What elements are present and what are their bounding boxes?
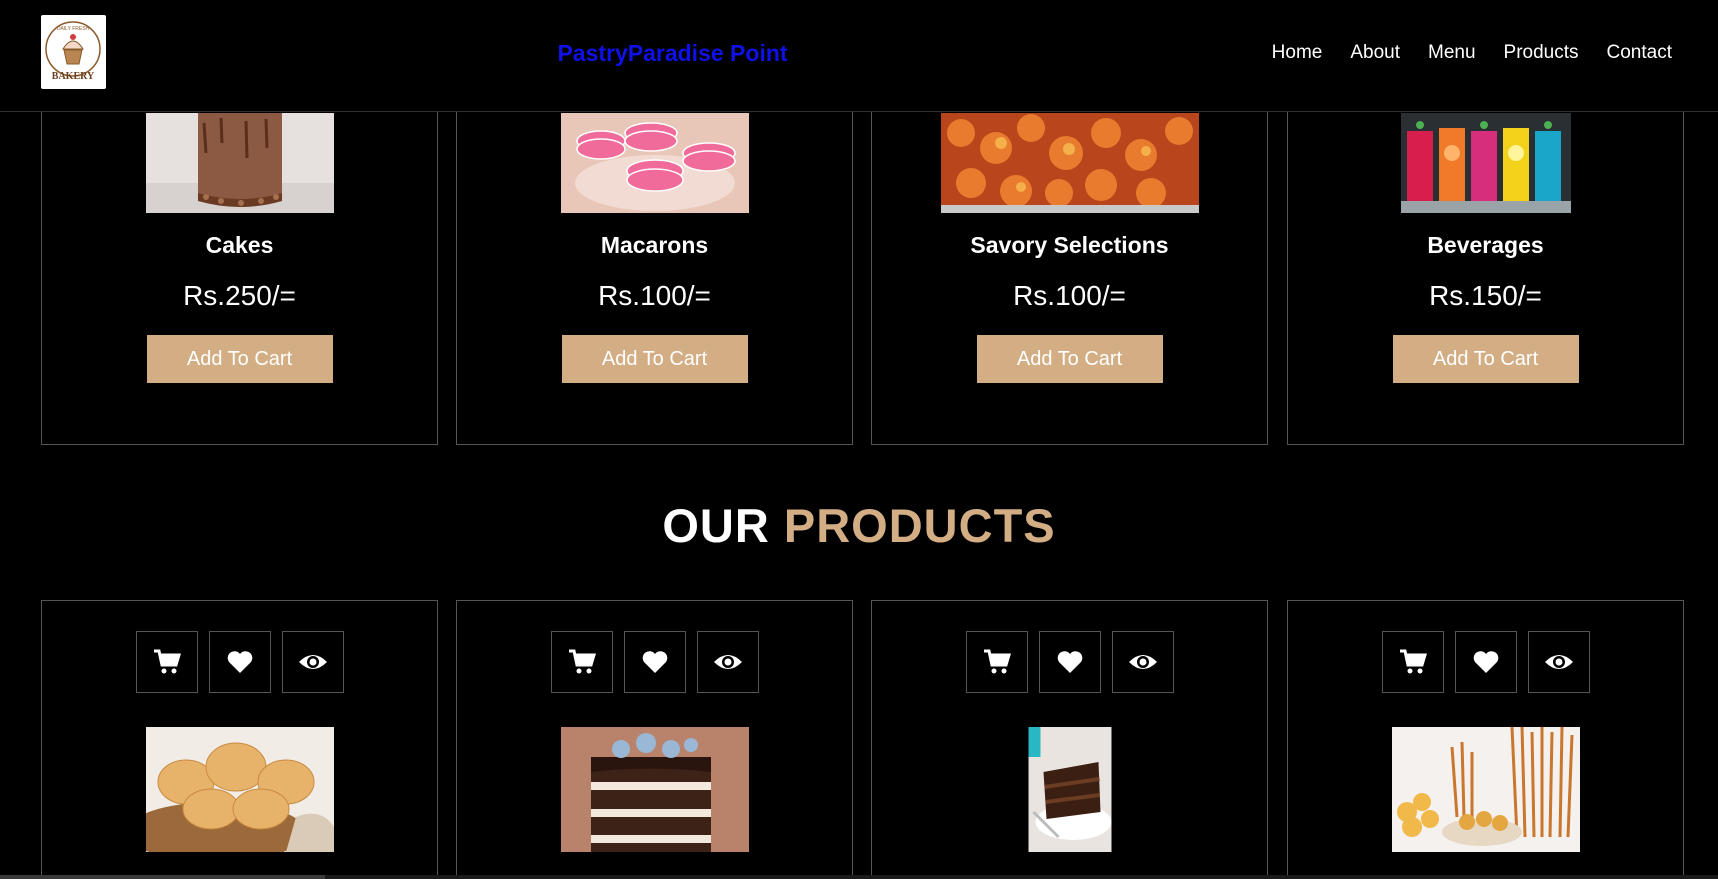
menu-card-macarons: Macarons Rs.100/= Add To Cart <box>456 60 853 445</box>
menu-price: Rs.100/= <box>1013 280 1126 311</box>
add-to-cart-button[interactable]: Add To Cart <box>976 335 1163 383</box>
nav-about[interactable]: About <box>1350 42 1400 64</box>
pink-macarons-image <box>560 113 749 213</box>
horizontal-scrollbar[interactable] <box>0 875 1718 879</box>
products-heading: OUR PRODUCTS <box>0 498 1718 553</box>
menu-card-savory: Savory Selections Rs.100/= Add To Cart <box>871 60 1268 445</box>
colorful-drinks-image <box>1400 113 1571 213</box>
product-actions <box>965 631 1174 693</box>
menu-title: Savory Selections <box>970 232 1169 258</box>
site-header: DAILY FRESH BAKERY PastryParadise Point … <box>0 0 1718 112</box>
brand-title[interactable]: PastryParadise Point <box>0 40 1345 67</box>
nav-products[interactable]: Products <box>1504 42 1579 64</box>
product-card <box>1287 600 1684 879</box>
add-to-cart-button[interactable]: Add To Cart <box>561 335 748 383</box>
product-actions <box>550 631 759 693</box>
heart-icon[interactable] <box>1038 631 1101 693</box>
nav-home[interactable]: Home <box>1272 42 1323 64</box>
heading-main: OUR <box>662 499 770 552</box>
menu-price: Rs.250/= <box>183 280 296 311</box>
menu-card-beverages: Beverages Rs.150/= Add To Cart <box>1287 60 1684 445</box>
menu-title: Macarons <box>600 232 709 258</box>
eye-icon[interactable] <box>1527 631 1590 693</box>
menu-title: Cakes <box>205 232 274 258</box>
logo-bottom-text: BAKERY <box>52 71 95 82</box>
cart-icon[interactable] <box>1381 631 1444 693</box>
product-actions <box>135 631 344 693</box>
menu-price: Rs.100/= <box>598 280 711 311</box>
scrollbar-thumb[interactable] <box>0 875 325 879</box>
menu-card-cakes: Cakes Rs.250/= Add To Cart <box>41 60 438 445</box>
snacks-pretzels-image <box>1391 727 1580 852</box>
cart-icon[interactable] <box>135 631 198 693</box>
add-to-cart-button[interactable]: Add To Cart <box>146 335 333 383</box>
main-nav: Home About Menu Products Contact <box>1272 42 1672 64</box>
eye-icon[interactable] <box>281 631 344 693</box>
nav-contact[interactable]: Contact <box>1607 42 1672 64</box>
bread-rolls-image <box>145 727 334 852</box>
chocolate-slice-image <box>1028 727 1111 852</box>
eye-icon[interactable] <box>1111 631 1174 693</box>
product-card <box>871 600 1268 879</box>
heart-icon[interactable] <box>208 631 271 693</box>
product-card <box>456 600 853 879</box>
menu-price: Rs.150/= <box>1429 280 1542 311</box>
product-card <box>41 600 438 879</box>
chocolate-cake-image <box>145 113 334 213</box>
logo-top-text: DAILY FRESH <box>57 26 90 32</box>
heart-icon[interactable] <box>623 631 686 693</box>
menu-title: Beverages <box>1427 232 1544 258</box>
layer-cake-image <box>560 727 749 852</box>
nav-menu[interactable]: Menu <box>1428 42 1476 64</box>
savory-shrimp-image <box>940 113 1199 213</box>
cart-icon[interactable] <box>965 631 1028 693</box>
heading-accent: PRODUCTS <box>783 499 1056 552</box>
eye-icon[interactable] <box>696 631 759 693</box>
heart-icon[interactable] <box>1454 631 1517 693</box>
add-to-cart-button[interactable]: Add To Cart <box>1392 335 1579 383</box>
product-actions <box>1381 631 1590 693</box>
cart-icon[interactable] <box>550 631 613 693</box>
